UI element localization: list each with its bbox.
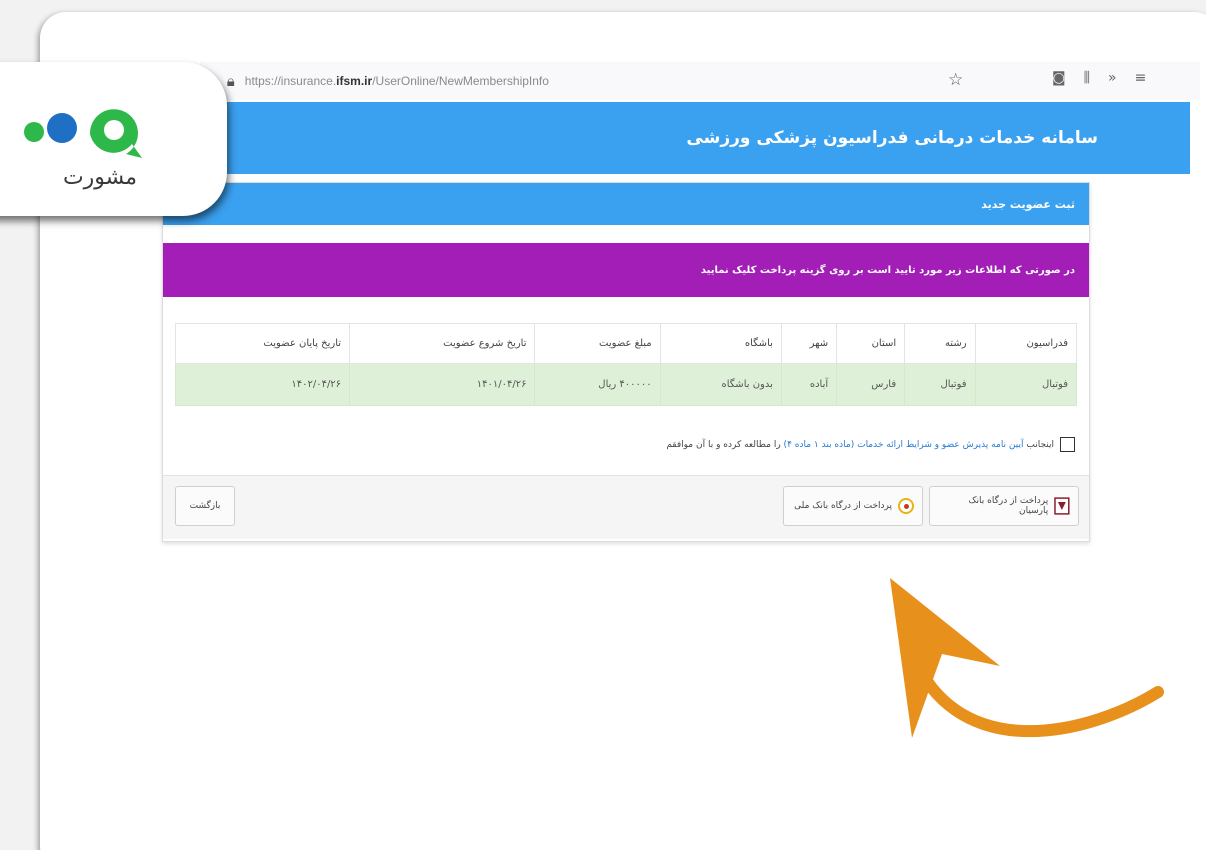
pocket-icon[interactable]: ◙: [1052, 70, 1066, 86]
pay-melli-label: پرداخت از درگاه بانک ملی: [794, 501, 892, 511]
table-cell: ۱۴۰۲/۰۴/۲۶: [174, 363, 351, 406]
pay-parsian-button[interactable]: پرداخت از درگاه بانک پارسیان: [929, 486, 1079, 526]
info-alert: در صورتی که اطلاعات زیر مورد تایید است ب…: [163, 243, 1089, 297]
library-icon[interactable]: ⫼: [1084, 70, 1090, 86]
site-header: سامانه خدمات درمانی فدراسیون پزشکی ورزشی: [190, 102, 1190, 174]
table-row: فوتبال فوتبال فارس آباده بدون باشگاه ۴۰۰…: [174, 363, 1078, 406]
agreement-suffix: را مطالعه کرده و با آن موافقم: [666, 439, 781, 450]
overflow-chevrons-icon[interactable]: »: [1108, 70, 1117, 86]
column-header: تاریخ پایان عضویت: [174, 323, 351, 364]
table-cell: فوتبال: [974, 363, 1078, 406]
pay-parsian-label: پرداخت از درگاه بانک پارسیان: [968, 496, 1049, 516]
menu-icon[interactable]: ≡: [1135, 70, 1147, 86]
bookmark-star-icon[interactable]: ☆: [948, 70, 963, 90]
column-header: مبلغ عضویت: [534, 323, 661, 364]
parsian-bank-icon: [1054, 497, 1070, 515]
column-header: شهر: [780, 323, 838, 364]
agreement-checkbox[interactable]: [1060, 437, 1075, 452]
table-header-row: فدراسیون رشته استان شهر باشگاه مبلغ عضوی…: [174, 323, 1078, 364]
column-header: باشگاه: [659, 323, 782, 364]
back-label: بازگشت: [189, 501, 221, 511]
column-header: رشته: [904, 323, 976, 364]
column-header: استان: [836, 323, 906, 364]
brand-logo-text: مشورت: [63, 165, 137, 190]
panel-heading-text: ثبت عضویت جدید: [981, 197, 1075, 211]
panel-heading: ثبت عضویت جدید: [163, 183, 1089, 225]
actions-bar: پرداخت از درگاه بانک پارسیان پرداخت از د…: [163, 475, 1089, 539]
column-header: فدراسیون: [974, 323, 1078, 364]
table-cell: فارس: [836, 363, 906, 406]
table-cell: ۴۰۰۰۰۰ ریال: [534, 363, 661, 406]
pay-melli-button[interactable]: پرداخت از درگاه بانک ملی: [783, 486, 923, 526]
screenshot-stage: ◯ 🔒︎ https://insurance.ifsm.ir/UserOnlin…: [0, 0, 1206, 850]
agreement-row: اینجانب آیین نامه پذیرش عضو و شرایط ارائ…: [666, 437, 1075, 452]
column-header: تاریخ شروع عضویت: [349, 323, 536, 364]
site-title: سامانه خدمات درمانی فدراسیون پزشکی ورزشی: [686, 128, 1098, 148]
browser-url-bar[interactable]: ◯ 🔒︎ https://insurance.ifsm.ir/UserOnlin…: [200, 62, 1200, 100]
brand-logo: مشورت: [24, 109, 142, 190]
melli-bank-icon: [898, 498, 914, 514]
lock-icon: 🔒︎: [226, 72, 235, 90]
membership-table: فدراسیون رشته استان شهر باشگاه مبلغ عضوی…: [174, 323, 1078, 406]
table-cell: بدون باشگاه: [659, 363, 782, 406]
agreement-prefix: اینجانب: [1026, 439, 1054, 450]
table-cell: فوتبال: [904, 363, 976, 406]
url-text[interactable]: https://insurance.ifsm.ir/UserOnline/New…: [245, 74, 549, 88]
terms-link[interactable]: آیین نامه پذیرش عضو و شرایط ارائه خدمات …: [784, 440, 1024, 450]
table-cell: ۱۴۰۱/۰۴/۲۶: [349, 363, 536, 406]
table-cell: آباده: [780, 363, 838, 406]
info-alert-text: در صورتی که اطلاعات زیر مورد تایید است ب…: [700, 264, 1075, 276]
membership-panel: ثبت عضویت جدید در صورتی که اطلاعات زیر م…: [162, 182, 1090, 542]
annotation-arrow: [890, 578, 1164, 738]
brand-logo-card: مشورت: [0, 62, 227, 216]
back-button[interactable]: بازگشت: [175, 486, 235, 526]
